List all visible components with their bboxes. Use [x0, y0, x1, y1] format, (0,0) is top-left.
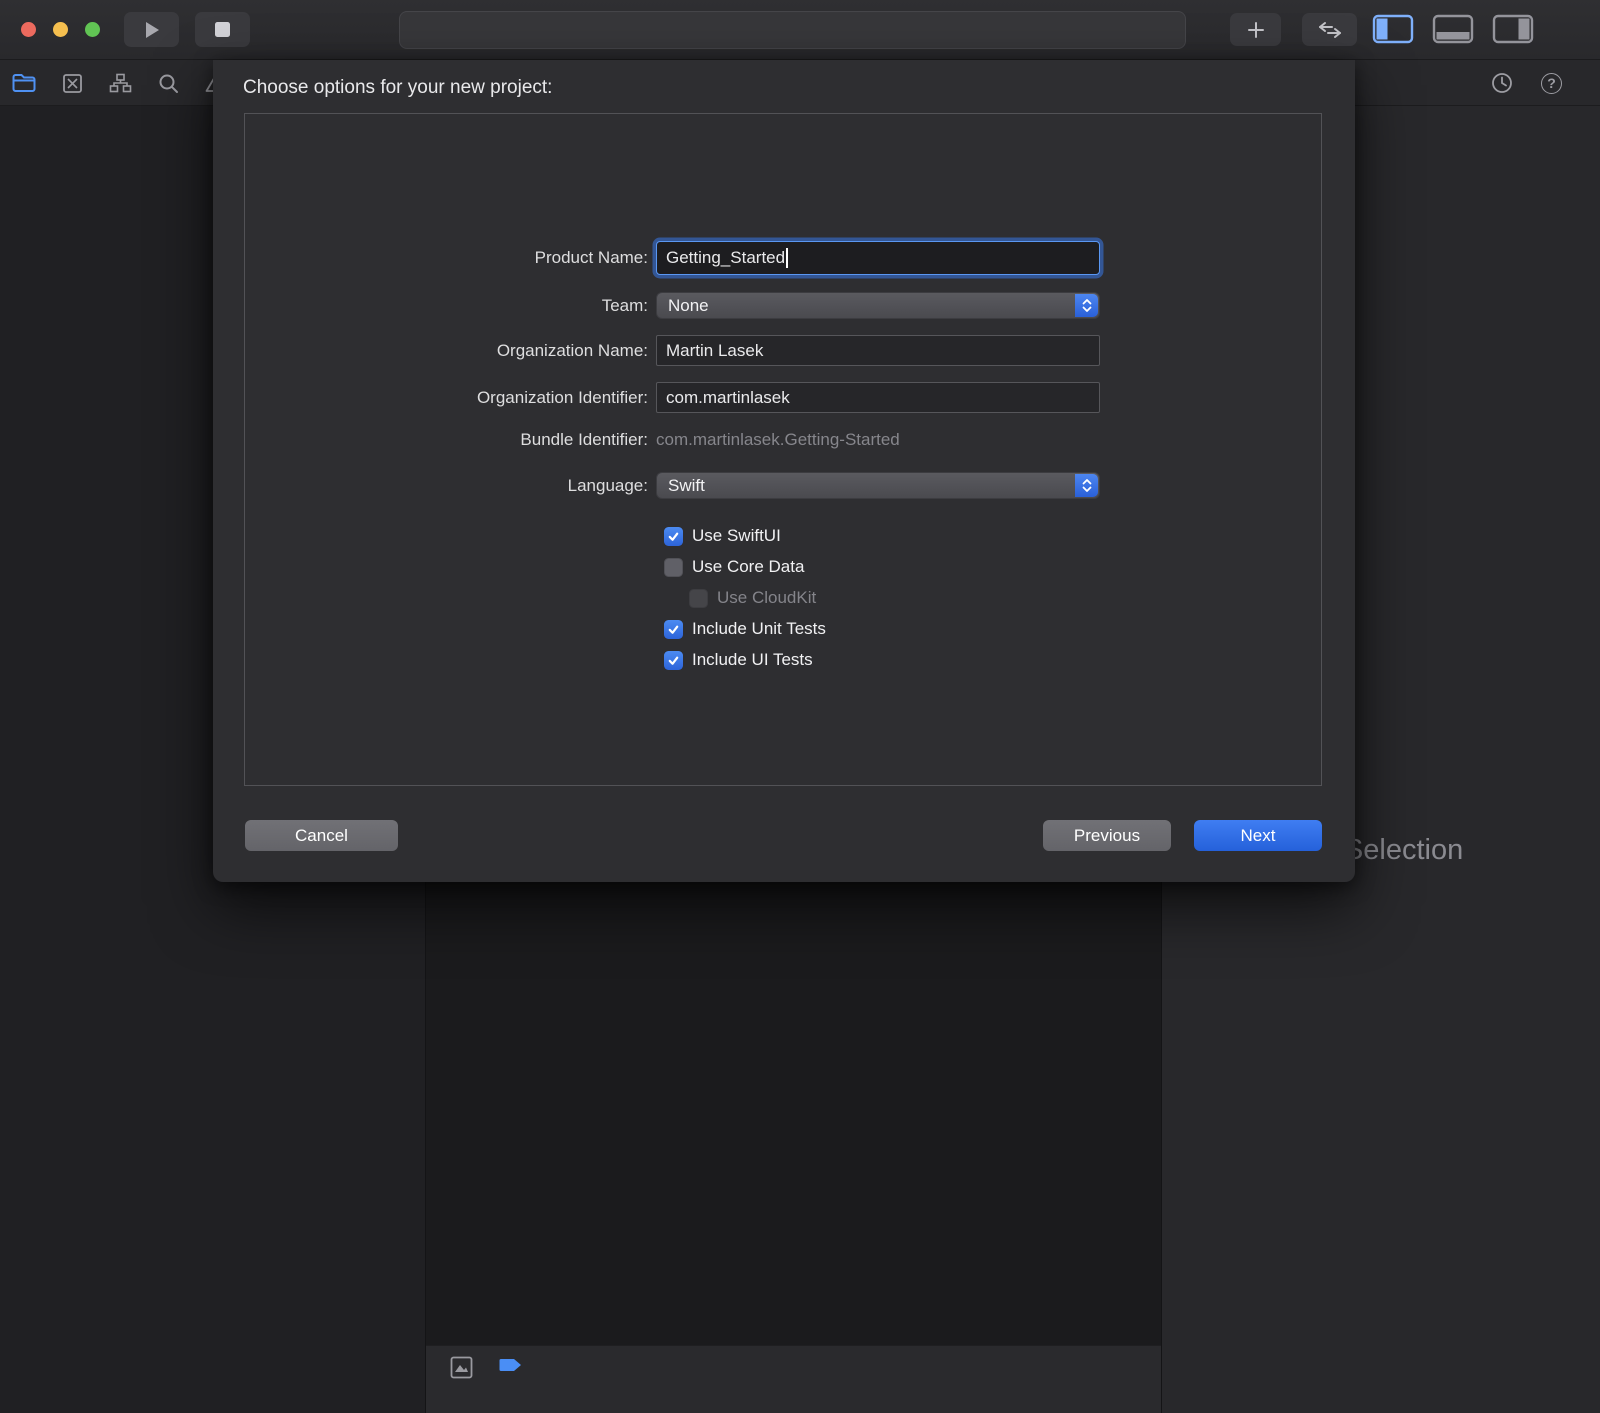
language-row: Language: Swift [245, 472, 1321, 499]
include-unit-tests-row: Include Unit Tests [664, 618, 1321, 640]
play-icon [143, 20, 161, 40]
image-preview-icon[interactable] [450, 1356, 473, 1379]
traffic-lights [21, 22, 100, 37]
include-ui-tests-row: Include UI Tests [664, 649, 1321, 671]
library-add-button[interactable] [1230, 13, 1281, 46]
product-name-value: Getting_Started [666, 248, 785, 268]
include-unit-tests-label: Include Unit Tests [692, 619, 826, 639]
use-swiftui-checkbox[interactable] [664, 527, 683, 546]
recent-files-button[interactable] [1491, 72, 1513, 94]
product-name-row: Product Name: Getting_Started [245, 241, 1321, 275]
help-icon: ? [1541, 73, 1562, 94]
panel-toggle-group [1372, 14, 1534, 47]
navigator-tab-bar [12, 60, 227, 106]
organization-name-value: Martin Lasek [666, 341, 763, 361]
help-button[interactable]: ? [1541, 73, 1562, 94]
next-button[interactable]: Next [1194, 820, 1322, 851]
use-cloudkit-row: Use CloudKit [689, 587, 1321, 609]
use-swiftui-row: Use SwiftUI [664, 525, 1321, 547]
popup-stepper-icon [1075, 474, 1098, 497]
zoom-window-button[interactable] [85, 22, 100, 37]
organization-name-input[interactable]: Martin Lasek [656, 335, 1100, 366]
find-navigator-tab[interactable] [158, 73, 179, 94]
organization-identifier-label: Organization Identifier: [245, 388, 656, 408]
use-core-data-row: Use Core Data [664, 556, 1321, 578]
bundle-identifier-label: Bundle Identifier: [245, 430, 656, 450]
toggle-inspector-button[interactable] [1492, 14, 1534, 47]
cancel-button[interactable]: Cancel [245, 820, 398, 851]
minimize-window-button[interactable] [53, 22, 68, 37]
tag-icon[interactable] [499, 1356, 523, 1374]
include-ui-tests-label: Include UI Tests [692, 650, 813, 670]
project-options-form: Product Name: Getting_Started Team: None [245, 241, 1321, 680]
inspector-panel-icon [1492, 14, 1534, 44]
product-name-input[interactable]: Getting_Started [656, 241, 1100, 275]
toggle-navigator-button[interactable] [1372, 14, 1414, 47]
options-checkbox-group: Use SwiftUI Use Core Data Use CloudKit [664, 525, 1321, 671]
toggle-debug-area-button[interactable] [1432, 14, 1474, 47]
team-row: Team: None [245, 292, 1321, 319]
use-swiftui-label: Use SwiftUI [692, 526, 781, 546]
options-panel: Product Name: Getting_Started Team: None [244, 113, 1322, 786]
editor-bottom-bar [426, 1345, 1161, 1413]
bundle-identifier-row: Bundle Identifier: com.martinlasek.Getti… [245, 430, 1321, 450]
organization-name-row: Organization Name: Martin Lasek [245, 335, 1321, 366]
hierarchy-icon [109, 73, 132, 93]
stop-button[interactable] [195, 12, 250, 47]
organization-identifier-value: com.martinlasek [666, 388, 790, 408]
team-popup[interactable]: None [656, 292, 1100, 319]
popup-stepper-icon [1075, 294, 1098, 317]
check-icon [667, 530, 680, 543]
product-name-label: Product Name: [245, 248, 656, 268]
use-cloudkit-checkbox [689, 589, 708, 608]
use-cloudkit-label: Use CloudKit [717, 588, 816, 608]
navigator-panel-icon [1372, 14, 1414, 44]
dialog-title: Choose options for your new project: [243, 77, 552, 99]
source-control-tab[interactable] [62, 73, 83, 94]
clock-icon [1491, 72, 1513, 94]
language-popup[interactable]: Swift [656, 472, 1100, 499]
code-review-button[interactable] [1302, 13, 1357, 46]
close-window-button[interactable] [21, 22, 36, 37]
debug-panel-icon [1432, 14, 1474, 44]
xcode-window: No Selection [0, 0, 1600, 1413]
symbol-navigator-tab[interactable] [109, 73, 132, 93]
project-navigator-tab[interactable] [12, 74, 36, 93]
folder-icon [12, 74, 36, 93]
search-icon [158, 73, 179, 94]
plus-icon [1247, 21, 1265, 39]
language-popup-value: Swift [657, 476, 705, 496]
use-core-data-checkbox[interactable] [664, 558, 683, 577]
team-label: Team: [245, 296, 656, 316]
team-popup-value: None [657, 296, 709, 316]
organization-identifier-row: Organization Identifier: com.martinlasek [245, 382, 1321, 413]
titlebar [0, 0, 1600, 60]
check-icon [667, 654, 680, 667]
swap-arrows-icon [1317, 21, 1343, 39]
include-ui-tests-checkbox[interactable] [664, 651, 683, 670]
toolbar-right-icons: ? [1491, 60, 1562, 106]
text-caret [786, 248, 788, 268]
source-control-icon [62, 73, 83, 94]
organization-identifier-input[interactable]: com.martinlasek [656, 382, 1100, 413]
previous-button[interactable]: Previous [1043, 820, 1171, 851]
check-icon [667, 623, 680, 636]
organization-name-label: Organization Name: [245, 341, 656, 361]
language-label: Language: [245, 476, 656, 496]
new-project-options-dialog: Choose options for your new project: Pro… [213, 60, 1355, 882]
bundle-identifier-value: com.martinlasek.Getting-Started [656, 430, 900, 449]
run-button[interactable] [124, 12, 179, 47]
use-core-data-label: Use Core Data [692, 557, 804, 577]
include-unit-tests-checkbox[interactable] [664, 620, 683, 639]
activity-status-field [399, 11, 1186, 49]
stop-icon [214, 21, 231, 38]
